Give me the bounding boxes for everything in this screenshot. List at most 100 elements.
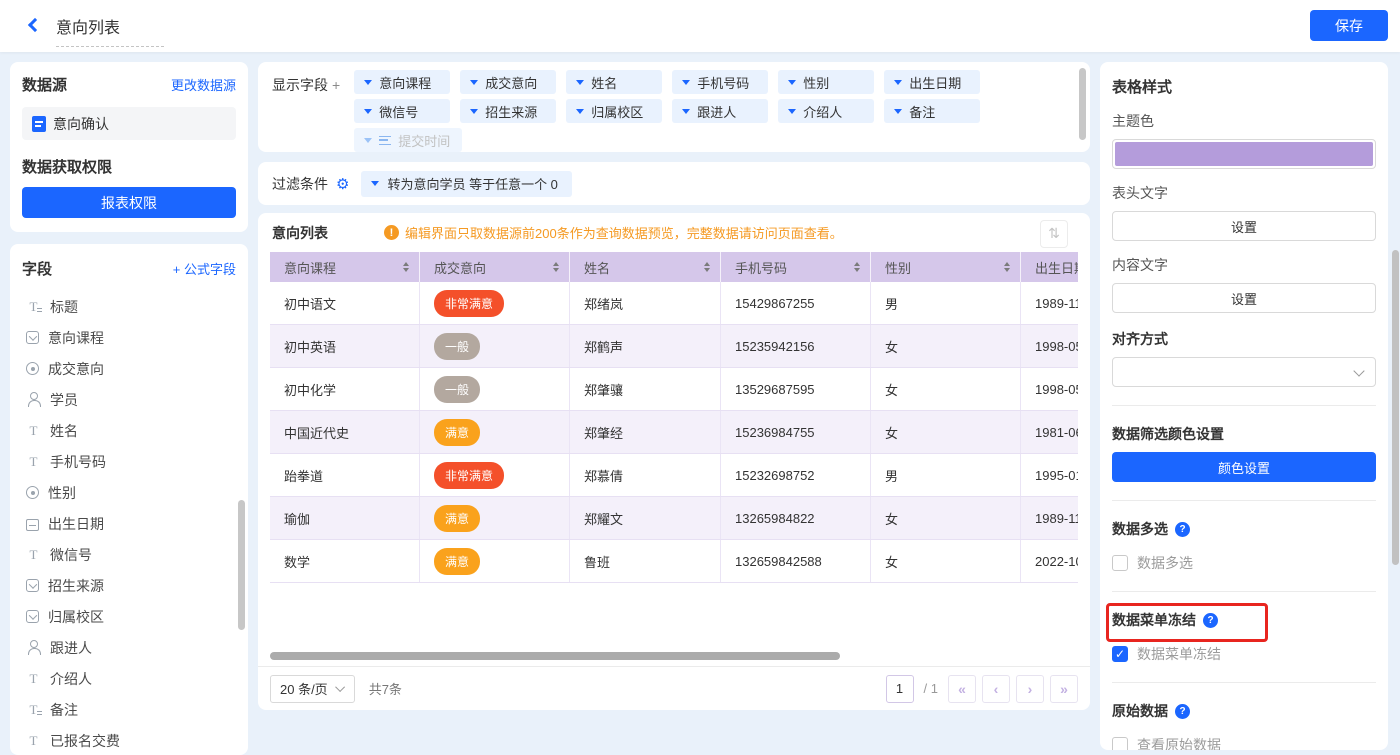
cell-gender: 女 <box>871 368 1021 410</box>
column-header[interactable]: 成交意向 <box>420 252 570 282</box>
display-field-tag[interactable]: 招生来源 <box>460 99 556 123</box>
field-item[interactable]: 性别 <box>22 477 236 508</box>
display-field-tag[interactable]: 手机号码 <box>672 70 768 94</box>
intent-badge: 满意 <box>434 548 480 575</box>
freeze-checkbox-row[interactable]: ✓ 数据菜单冻结 <box>1112 644 1376 664</box>
back-icon[interactable] <box>28 18 42 32</box>
sort-icon[interactable] <box>854 262 860 272</box>
sort-icon[interactable] <box>1004 262 1010 272</box>
column-header[interactable]: 意向课程 <box>270 252 420 282</box>
display-field-tag[interactable]: 成交意向 <box>460 70 556 94</box>
column-header[interactable]: 出生日期 <box>1021 252 1078 282</box>
change-datasource-link[interactable]: 更改数据源 <box>171 75 236 94</box>
field-item[interactable]: 招生来源 <box>22 570 236 601</box>
datasource-item[interactable]: 意向确认 <box>22 107 236 140</box>
column-header-label: 成交意向 <box>434 258 486 277</box>
display-field-tag[interactable]: 跟进人 <box>672 99 768 123</box>
field-item[interactable]: 已报名交费 <box>22 725 236 755</box>
raw-data-checkbox-row[interactable]: 查看原始数据 <box>1112 735 1376 750</box>
page-scrollbar[interactable] <box>1392 250 1399 565</box>
field-item-label: 成交意向 <box>48 359 104 379</box>
align-select[interactable] <box>1112 357 1376 387</box>
last-page-button[interactable]: » <box>1050 675 1078 703</box>
page-size-select[interactable]: 20 条/页 <box>270 675 355 703</box>
display-field-tag[interactable]: 性别 <box>778 70 874 94</box>
page-title[interactable]: 意向列表 <box>56 14 164 47</box>
field-item[interactable]: 出生日期 <box>22 508 236 539</box>
sort-order-button[interactable]: ⇅ <box>1040 220 1068 248</box>
formula-field-link[interactable]: + 公式字段 <box>173 259 236 278</box>
cell-phone: 15235942156 <box>721 325 871 367</box>
save-button[interactable]: 保存 <box>1310 10 1388 41</box>
display-field-tag-disabled[interactable]: 提交时间 <box>354 128 462 152</box>
pagination-bar: 20 条/页 共7条 1 / 1 «‹›» <box>258 666 1090 710</box>
theme-color-swatch <box>1115 142 1373 166</box>
chevron-down-icon <box>788 80 796 85</box>
display-fields-scrollbar[interactable] <box>1079 68 1086 140</box>
display-field-tag[interactable]: 介绍人 <box>778 99 874 123</box>
cell-course: 初中英语 <box>270 325 420 367</box>
color-settings-button[interactable]: 颜色设置 <box>1112 452 1376 482</box>
column-header[interactable]: 性别 <box>871 252 1021 282</box>
theme-color-label: 主题色 <box>1112 111 1376 131</box>
tag-label: 跟进人 <box>697 102 736 121</box>
sort-up-icon <box>553 262 559 266</box>
select-icon <box>26 579 39 592</box>
field-item[interactable]: 微信号 <box>22 539 236 570</box>
field-item[interactable]: 手机号码 <box>22 446 236 477</box>
filter-condition-tag[interactable]: 转为意向学员 等于任意一个 0 <box>361 171 571 197</box>
table-horizontal-scrollbar[interactable] <box>270 652 840 660</box>
add-field-icon[interactable]: + <box>332 77 340 93</box>
body-text-label: 内容文字 <box>1112 255 1376 275</box>
field-item[interactable]: 介绍人 <box>22 663 236 694</box>
display-field-tag[interactable]: 微信号 <box>354 99 450 123</box>
column-header[interactable]: 手机号码 <box>721 252 871 282</box>
cell-phone: 15236984755 <box>721 411 871 453</box>
field-item[interactable]: 意向课程 <box>22 322 236 353</box>
field-item[interactable]: 标题 <box>22 291 236 322</box>
table-title: 意向列表 <box>272 223 328 243</box>
sort-icon[interactable] <box>403 262 409 272</box>
multi-select-checkbox-row[interactable]: 数据多选 <box>1112 553 1376 573</box>
page-number-input[interactable]: 1 <box>886 675 914 703</box>
table-row: 跆拳道非常满意郑慕倩15232698752男1995-01- <box>270 454 1078 497</box>
cell-name: 郑耀文 <box>570 497 721 539</box>
checkbox-unchecked[interactable] <box>1112 555 1128 571</box>
checkbox-unchecked[interactable] <box>1112 737 1128 750</box>
tag-row: 意向课程 成交意向 姓名手机号码性别出生日期 <box>354 70 980 94</box>
first-page-button[interactable]: « <box>948 675 976 703</box>
preview-warning: ! 编辑界面只取数据源前200条作为查询数据预览，完整数据请访问页面查看。 <box>384 223 843 242</box>
header-text-settings-button[interactable]: 设置 <box>1112 211 1376 241</box>
display-field-tag[interactable]: 意向课程 <box>354 70 450 94</box>
cell-intent: 满意 <box>420 540 570 582</box>
tag-label: 意向课程 <box>379 73 431 92</box>
sort-icon[interactable] <box>704 262 710 272</box>
field-item[interactable]: 跟进人 <box>22 632 236 663</box>
table-row: 瑜伽满意郑耀文13265984822女1989-11- <box>270 497 1078 540</box>
gear-icon[interactable]: ⚙ <box>336 175 349 193</box>
prev-page-button[interactable]: ‹ <box>982 675 1010 703</box>
display-field-tag[interactable]: 归属校区 <box>566 99 662 123</box>
tag-label: 成交意向 <box>485 73 537 92</box>
column-header[interactable]: 姓名 <box>570 252 721 282</box>
display-field-tag[interactable]: 备注 <box>884 99 980 123</box>
checkbox-checked[interactable]: ✓ <box>1112 646 1128 662</box>
table-row: 数学满意鲁班132659842588女2022-10- <box>270 540 1078 583</box>
tag-label: 提交时间 <box>398 131 450 150</box>
question-icon[interactable]: ? <box>1175 522 1190 537</box>
field-item[interactable]: 备注 <box>22 694 236 725</box>
sort-icon[interactable] <box>553 262 559 272</box>
display-field-tag[interactable]: 姓名 <box>566 70 662 94</box>
field-item[interactable]: 姓名 <box>22 415 236 446</box>
field-item[interactable]: 归属校区 <box>22 601 236 632</box>
fields-scrollbar[interactable] <box>238 500 245 630</box>
next-page-button[interactable]: › <box>1016 675 1044 703</box>
body-text-settings-button[interactable]: 设置 <box>1112 283 1376 313</box>
display-field-tag[interactable]: 出生日期 <box>884 70 980 94</box>
question-icon[interactable]: ? <box>1175 704 1190 719</box>
field-item[interactable]: 学员 <box>22 384 236 415</box>
report-permission-button[interactable]: 报表权限 <box>22 187 236 218</box>
theme-color-picker[interactable] <box>1112 139 1376 169</box>
question-icon[interactable]: ? <box>1203 613 1218 628</box>
field-item[interactable]: 成交意向 <box>22 353 236 384</box>
